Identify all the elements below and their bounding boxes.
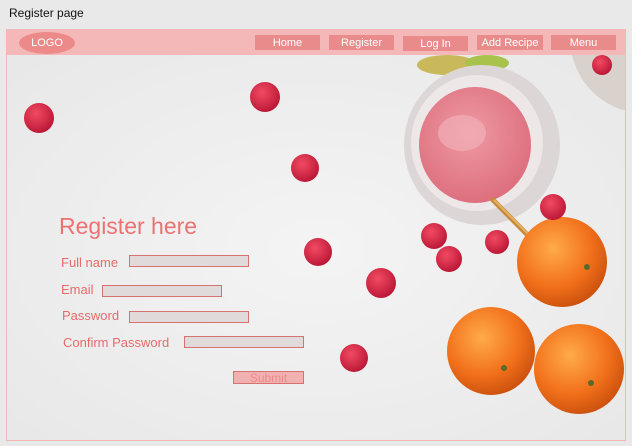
email-input[interactable] (102, 285, 222, 297)
confirm-password-label: Confirm Password (63, 335, 170, 350)
nav-home-button[interactable]: Home (255, 35, 320, 50)
full-name-input[interactable] (129, 255, 249, 267)
password-label: Password (62, 308, 120, 323)
confirm-password-input[interactable] (184, 336, 304, 348)
nav-menu-button[interactable]: Menu (551, 35, 616, 50)
full-name-label: Full name (61, 255, 119, 270)
password-input[interactable] (129, 311, 249, 323)
email-label: Email (61, 282, 94, 297)
nav-register-button[interactable]: Register (329, 35, 394, 50)
form-title: Register here (59, 213, 198, 239)
window-title: Register page (9, 6, 84, 20)
submit-button[interactable]: Submit (233, 371, 304, 384)
background-image (7, 55, 625, 440)
nav-add-recipe-button[interactable]: Add Recipe (477, 35, 543, 50)
top-navbar: LOGO Home Register Log In Add Recipe Men… (7, 30, 625, 55)
logo[interactable]: LOGO (19, 32, 75, 54)
page-frame: LOGO Home Register Log In Add Recipe Men… (6, 29, 626, 441)
nav-login-button[interactable]: Log In (403, 36, 468, 51)
